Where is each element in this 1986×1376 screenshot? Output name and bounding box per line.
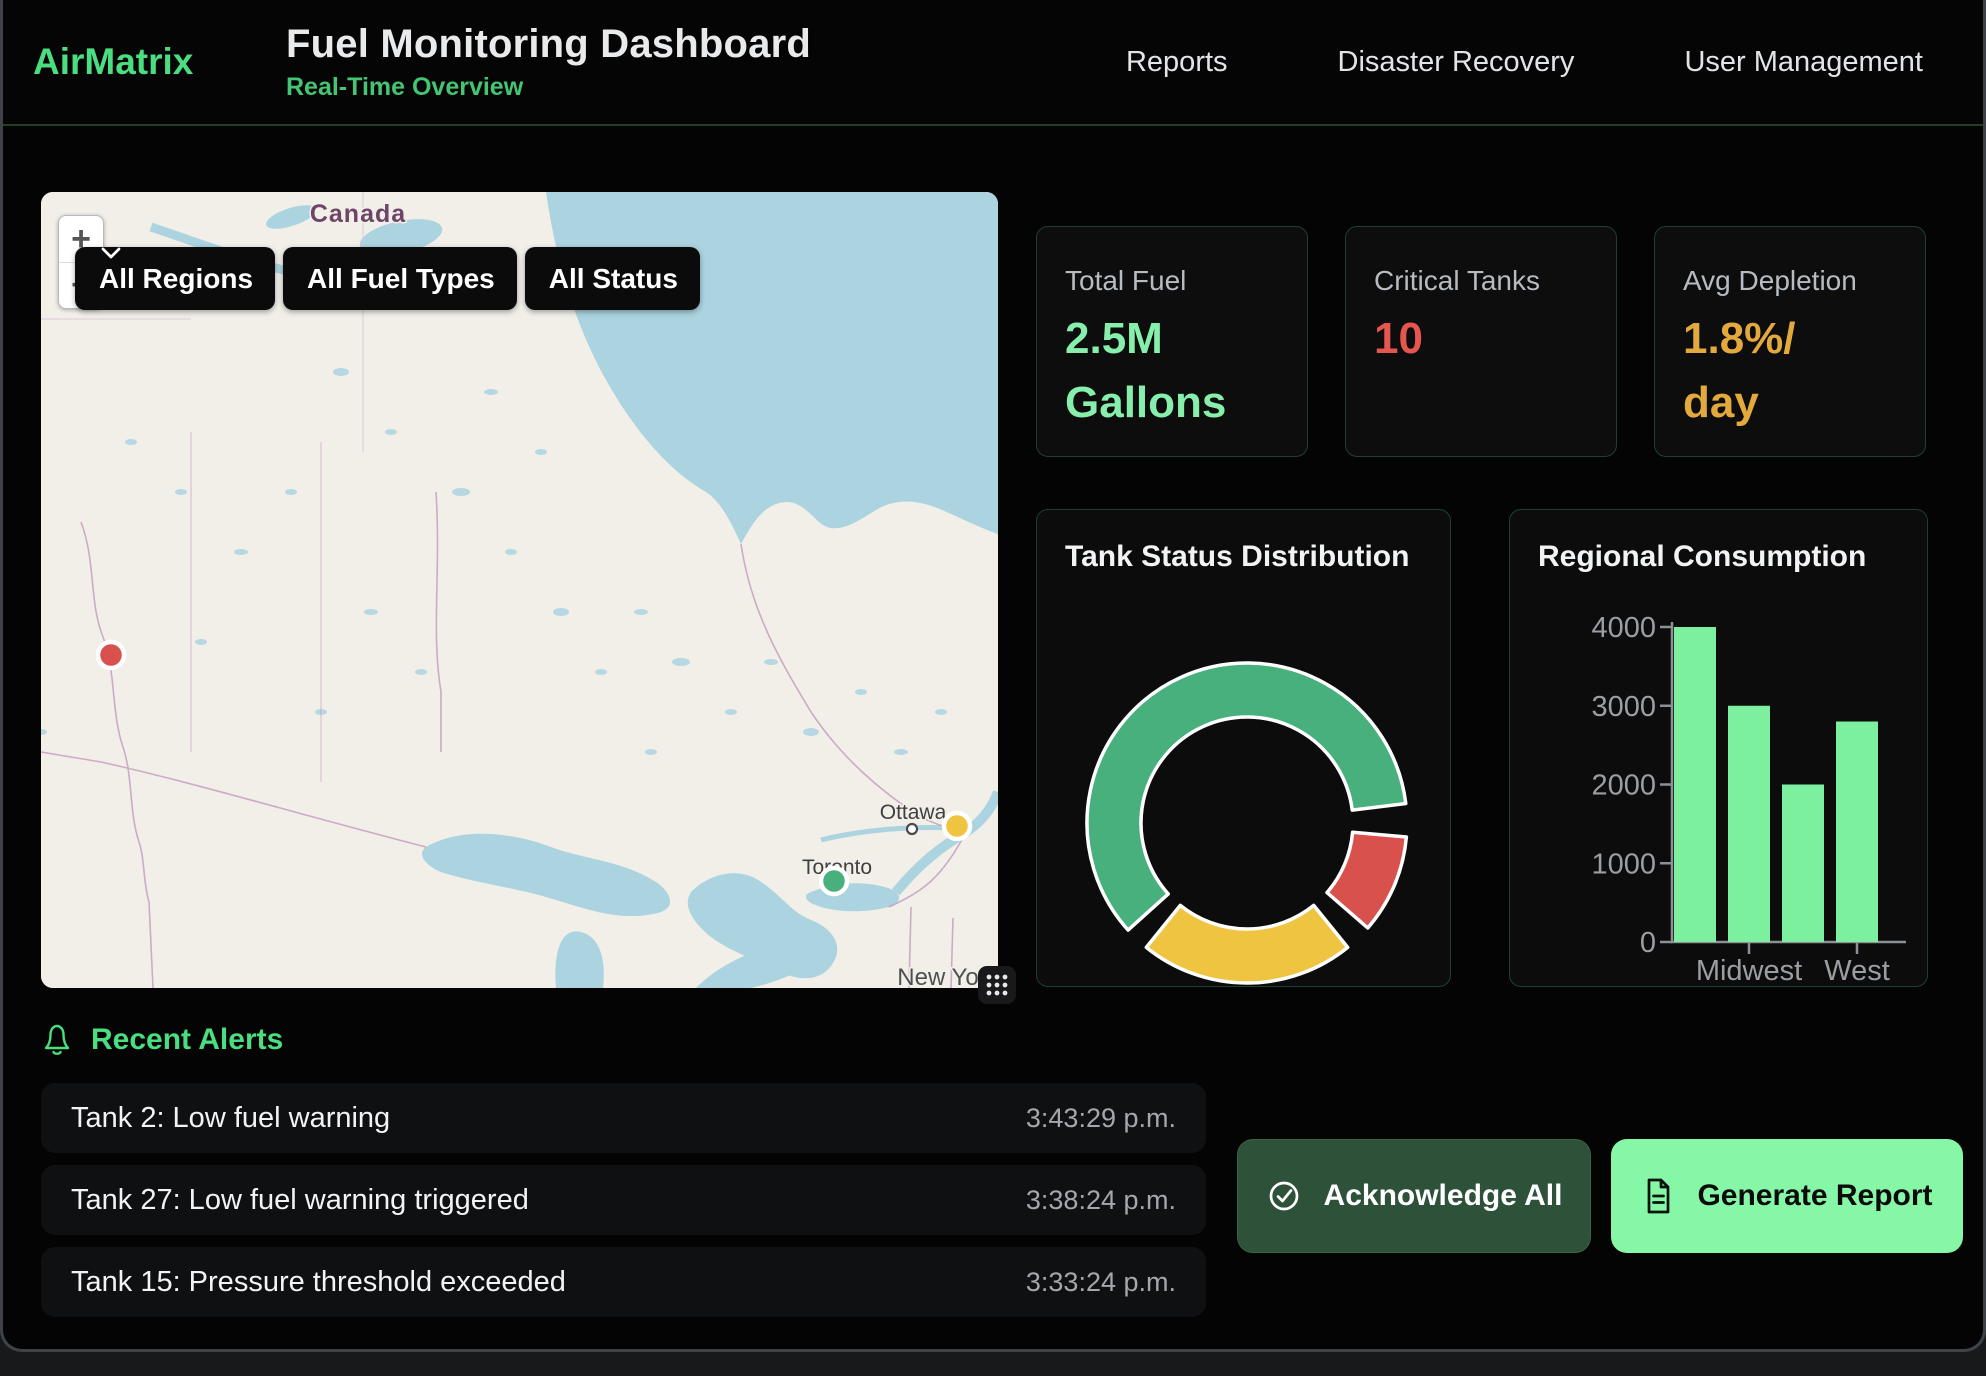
filter-label: All Fuel Types: [307, 263, 495, 295]
bell-icon: [41, 1022, 73, 1058]
generate-report-label: Generate Report: [1697, 1179, 1932, 1213]
filter-label: All Status: [549, 263, 678, 295]
stat-label: Avg Depletion: [1683, 265, 1897, 297]
y-tick-label: 2000: [1591, 770, 1656, 802]
bar-region-3: [1782, 785, 1824, 943]
alert-timestamp: 3:43:29 p.m.: [1026, 1103, 1176, 1134]
tank-status-donut-chart: [1037, 510, 1451, 987]
title-block: Fuel Monitoring Dashboard Real-Time Over…: [286, 22, 811, 102]
map-label-canada: Canada: [310, 200, 406, 228]
y-tick-label: 1000: [1591, 848, 1656, 880]
alert-timestamp: 3:38:24 p.m.: [1026, 1185, 1176, 1216]
header: AirMatrix Fuel Monitoring Dashboard Real…: [3, 0, 1983, 126]
grip-dots-icon: [985, 973, 1009, 997]
stat-value: 2.5MGallons: [1065, 307, 1279, 435]
stats-row: Total Fuel 2.5MGallons Critical Tanks 10 Avg…: [1036, 226, 1926, 457]
tank-marker-warning[interactable]: [944, 813, 970, 839]
drag-handle-icon[interactable]: [978, 966, 1016, 1004]
stat-card-total-fuel: Total Fuel 2.5MGallons: [1036, 226, 1308, 457]
alert-list: Tank 2: Low fuel warning3:43:29 p.m.Tank…: [41, 1083, 1206, 1317]
map-label-ottawa: Ottawa: [880, 801, 947, 824]
main-nav: Reports Disaster Recovery User Management: [1126, 46, 1923, 79]
alert-message: Tank 27: Low fuel warning triggered: [71, 1184, 529, 1217]
stat-label: Critical Tanks: [1374, 265, 1588, 297]
fuel-map[interactable]: Canada Ottawa Toronto New York + − All R…: [41, 192, 998, 988]
map-filters: All Regions All Fuel Types All Status: [75, 247, 700, 310]
stat-card-critical-tanks: Critical Tanks 10: [1345, 226, 1617, 457]
document-icon: [1641, 1177, 1675, 1215]
alert-row[interactable]: Tank 15: Pressure threshold exceeded 3:33…: [41, 1247, 1206, 1317]
donut-segment-critical: [1327, 832, 1406, 928]
filter-label: All Regions: [99, 263, 253, 295]
ottawa-town-icon: [907, 824, 917, 834]
tank-status-card: Tank Status Distribution: [1036, 509, 1451, 987]
alert-message: Tank 15: Pressure threshold exceeded: [71, 1266, 566, 1299]
nav-item-user-management[interactable]: User Management: [1684, 46, 1923, 79]
alert-row[interactable]: Tank 2: Low fuel warning 3:43:29 p.m.: [41, 1083, 1206, 1153]
x-tick-label: West: [1824, 955, 1890, 987]
y-tick-label: 3000: [1591, 691, 1656, 723]
donut-segment-warning: [1146, 905, 1347, 983]
page-subtitle: Real-Time Overview: [286, 73, 811, 102]
bar-west: [1836, 722, 1878, 943]
bar-midwest: [1728, 706, 1770, 942]
donut-chart-title: Tank Status Distribution: [1065, 540, 1409, 574]
app-logo: AirMatrix: [33, 41, 286, 83]
filter-dropdown-all-status[interactable]: All Status: [525, 247, 700, 310]
stat-value: 10: [1374, 307, 1588, 371]
check-circle-icon: [1266, 1178, 1302, 1214]
nav-item-disaster-recovery[interactable]: Disaster Recovery: [1338, 46, 1575, 79]
dashboard-app: AirMatrix Fuel Monitoring Dashboard Real…: [0, 0, 1986, 1352]
stat-card-avg-depletion: Avg Depletion 1.8%/day: [1654, 226, 1926, 457]
generate-report-button[interactable]: Generate Report: [1611, 1139, 1963, 1253]
acknowledge-all-label: Acknowledge All: [1324, 1179, 1563, 1213]
bar-chart-title: Regional Consumption: [1538, 540, 1866, 574]
nav-item-reports[interactable]: Reports: [1126, 46, 1228, 79]
regional-consumption-bar-chart: 0 1000 2000 3000 4000 Midwest West: [1510, 510, 1928, 987]
screen: AirMatrix Fuel Monitoring Dashboard Real…: [0, 0, 1986, 1376]
acknowledge-all-button[interactable]: Acknowledge All: [1237, 1139, 1591, 1253]
tank-marker-critical[interactable]: [98, 642, 124, 668]
y-tick-label: 4000: [1591, 612, 1656, 644]
stat-value: 1.8%/day: [1683, 307, 1897, 435]
x-tick-label: Midwest: [1696, 955, 1802, 987]
alert-message: Tank 2: Low fuel warning: [71, 1102, 390, 1135]
alerts-title: Recent Alerts: [91, 1023, 283, 1057]
alerts-header: Recent Alerts: [41, 1022, 283, 1058]
stat-label: Total Fuel: [1065, 265, 1279, 297]
page-title: Fuel Monitoring Dashboard: [286, 22, 811, 67]
map-canvas: Canada Ottawa Toronto New York: [41, 192, 998, 988]
bar-region-1: [1674, 627, 1716, 942]
y-tick-label: 0: [1640, 927, 1656, 959]
alert-row[interactable]: Tank 27: Low fuel warning triggered 3:38:…: [41, 1165, 1206, 1235]
tank-marker-operational[interactable]: [821, 868, 847, 894]
alert-timestamp: 3:33:24 p.m.: [1026, 1267, 1176, 1298]
filter-dropdown-all-fuel-types[interactable]: All Fuel Types: [283, 247, 517, 310]
chevron-down-icon: [101, 247, 121, 259]
regional-consumption-card: Regional Consumption 0 1000 2000 3000 4000 Mi…: [1509, 509, 1928, 987]
